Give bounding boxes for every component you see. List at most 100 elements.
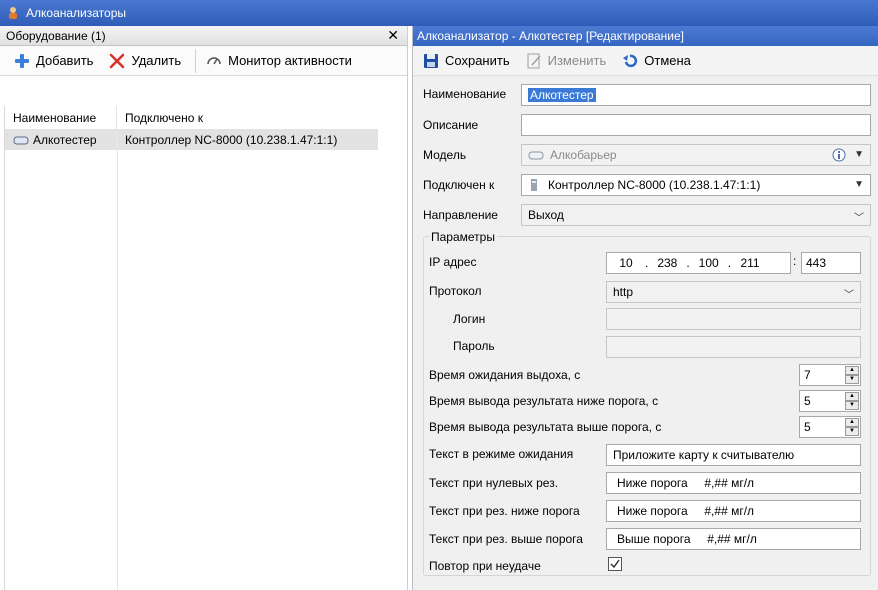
connected-to-select[interactable]: Контроллер NC-8000 (10.238.1.47:1:1) ▼ (521, 174, 871, 196)
equipment-pane-title: Оборудование (1) (6, 28, 106, 43)
row-connected-cell: Контроллер NC-8000 (10.238.1.47:1:1) (125, 133, 338, 147)
chevron-down-icon[interactable]: ▼ (854, 179, 864, 190)
above-time-spinner[interactable]: 5 ▲ ▼ (799, 416, 861, 438)
chevron-down-icon[interactable]: ▼ (854, 149, 864, 160)
ip-octet-4[interactable]: 211 (731, 256, 769, 270)
row-name-cell: Алкотестер (5, 130, 117, 150)
cancel-button-label: Отмена (644, 53, 691, 68)
high-text-label: Текст при рез. выше порога (429, 532, 583, 546)
low-text-input[interactable]: Ниже порога #,## мг/л (606, 500, 861, 522)
high-text-input[interactable]: Выше порога #,## мг/л (606, 528, 861, 550)
direction-label: Направление (423, 208, 498, 222)
model-label: Модель (423, 148, 467, 162)
delete-button[interactable]: Удалить (103, 49, 187, 73)
add-button-label: Добавить (36, 53, 94, 68)
app-icon (9, 7, 17, 19)
direction-value: Выход (528, 208, 564, 222)
wait-time-label: Время ожидания выдоха, с (429, 368, 581, 382)
name-input[interactable]: Алкотестер (521, 84, 871, 106)
retry-checkbox[interactable] (608, 557, 622, 571)
save-button[interactable]: Сохранить (417, 49, 516, 73)
password-label: Пароль (453, 339, 495, 353)
spin-down-icon[interactable]: ▼ (845, 427, 859, 436)
description-input[interactable] (521, 114, 871, 136)
edit-document-icon (527, 53, 541, 68)
cancel-button[interactable]: Отмена (616, 49, 697, 73)
table-row[interactable]: Алкотестер Контроллер NC-8000 (10.238.1.… (5, 130, 378, 150)
spin-up-icon[interactable]: ▲ (845, 392, 859, 401)
wait-time-value: 7 (804, 368, 811, 382)
equipment-pane-header: Оборудование (1) ✕ (0, 26, 407, 46)
editor-pane-header: Алкоанализатор - Алкотестер [Редактирова… (413, 26, 878, 46)
below-time-label: Время вывода результата ниже порога, с (429, 394, 659, 408)
login-label: Логин (453, 312, 486, 326)
ip-octet-3[interactable]: 100 (690, 256, 728, 270)
idle-text-input[interactable]: Приложите карту к считывателю (606, 444, 861, 466)
login-input[interactable] (606, 308, 861, 330)
spin-down-icon[interactable]: ▼ (845, 401, 859, 410)
info-icon[interactable] (832, 148, 846, 162)
name-label: Наименование (423, 87, 507, 101)
device-icon (13, 136, 29, 145)
ip-octet-2[interactable]: 238 (648, 256, 686, 270)
parameters-group-title: Параметры (429, 230, 497, 244)
zero-text-input[interactable]: Ниже порога #,## мг/л (606, 472, 861, 494)
activity-monitor-label: Монитор активности (228, 53, 352, 68)
grid-header: Наименование Подключено к (5, 106, 378, 130)
editor-toolbar: Сохранить Изменить Отмена (413, 46, 878, 76)
password-input[interactable] (606, 336, 861, 358)
gauge-icon (207, 56, 221, 64)
window-titlebar: Алкоанализаторы (0, 0, 878, 26)
chevron-down-icon[interactable]: ﹀ (844, 286, 854, 301)
edit-button[interactable]: Изменить (520, 49, 613, 73)
plus-icon (15, 53, 29, 68)
connected-to-value: Контроллер NC-8000 (10.238.1.47:1:1) (548, 178, 761, 192)
checkmark-icon (610, 559, 620, 569)
above-time-label: Время вывода результата выше порога, с (429, 420, 662, 434)
spin-up-icon[interactable]: ▲ (845, 418, 859, 427)
protocol-select[interactable]: http ﹀ (606, 281, 861, 303)
edit-button-label: Изменить (547, 53, 607, 68)
ip-address-input[interactable]: 10 . 238 . 100 . 211 (606, 252, 791, 274)
editor-pane: Алкоанализатор - Алкотестер [Редактирова… (412, 26, 878, 590)
ip-label: IP адрес (429, 255, 477, 269)
above-time-value: 5 (804, 420, 811, 434)
chevron-down-icon[interactable]: ﹀ (854, 209, 864, 224)
spin-down-icon[interactable]: ▼ (845, 375, 859, 384)
zero-text-label: Текст при нулевых рез. (429, 476, 559, 490)
undo-icon (623, 54, 638, 67)
idle-text-label: Текст в режиме ожидания (429, 447, 574, 461)
save-button-label: Сохранить (445, 53, 510, 68)
spinner-buttons: ▲ ▼ (845, 418, 859, 436)
save-icon (424, 53, 438, 68)
toolbar-separator (195, 48, 197, 73)
description-label: Описание (423, 118, 479, 132)
spinner-buttons: ▲ ▼ (845, 366, 859, 384)
port-input[interactable]: 443 (801, 252, 861, 274)
column-header-name[interactable]: Наименование (5, 106, 117, 129)
add-button[interactable]: Добавить (8, 49, 99, 73)
equipment-pane: Оборудование (1) ✕ Добавить Удалить Мони… (0, 26, 408, 590)
row-name: Алкотестер (33, 133, 97, 147)
close-icon[interactable]: ✕ (387, 27, 399, 44)
wait-time-spinner[interactable]: 7 ▲ ▼ (799, 364, 861, 386)
model-value: Алкобарьер (550, 148, 617, 162)
equipment-grid: Наименование Подключено к Алкотестер Кон… (4, 106, 378, 590)
device-icon (528, 151, 544, 160)
equipment-toolbar: Добавить Удалить Монитор активности (0, 46, 407, 76)
direction-select[interactable]: Выход ﹀ (521, 204, 871, 226)
below-time-value: 5 (804, 394, 811, 408)
port-separator: : (793, 254, 797, 268)
spinner-buttons: ▲ ▼ (845, 392, 859, 410)
column-header-connected[interactable]: Подключено к (117, 106, 203, 129)
protocol-value: http (613, 285, 634, 299)
model-select[interactable]: Алкобарьер ▼ (521, 144, 871, 166)
connected-to-label: Подключен к (423, 178, 495, 192)
activity-monitor-button[interactable]: Монитор активности (200, 49, 358, 73)
spin-up-icon[interactable]: ▲ (845, 366, 859, 375)
ip-octet-1[interactable]: 10 (607, 256, 645, 270)
protocol-label: Протокол (429, 284, 482, 298)
name-input-value: Алкотестер (528, 88, 596, 102)
delete-button-label: Удалить (131, 53, 182, 68)
below-time-spinner[interactable]: 5 ▲ ▼ (799, 390, 861, 412)
